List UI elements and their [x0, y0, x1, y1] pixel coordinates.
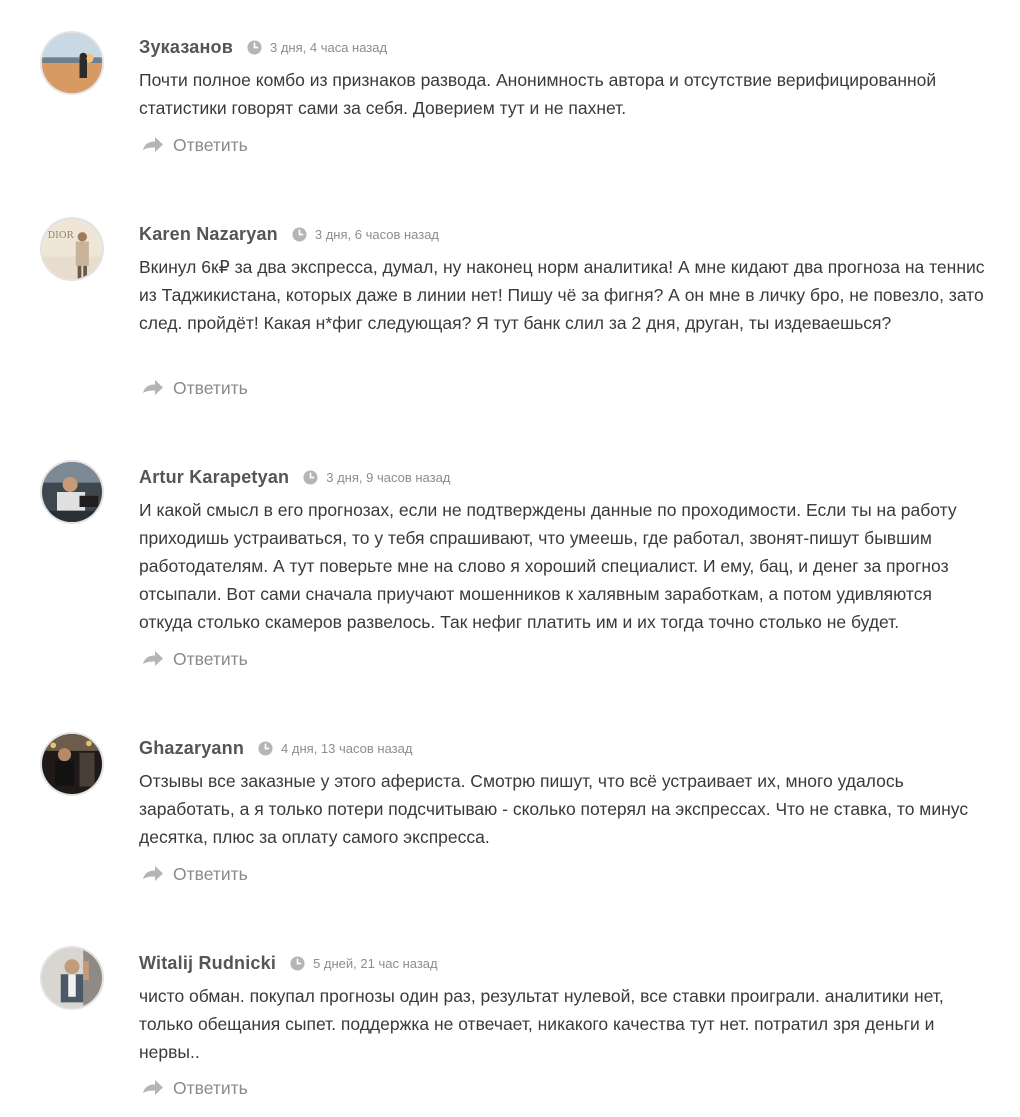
reply-label: Ответить — [173, 863, 248, 884]
avatar-image — [42, 734, 102, 794]
avatar[interactable] — [40, 732, 104, 796]
comment-date[interactable]: 5 дней, 21 час назад — [313, 956, 438, 971]
avatar[interactable] — [40, 946, 104, 1010]
comment-meta: Ghazaryann 4 дня, 13 часов назад — [139, 736, 412, 760]
reply-label: Ответить — [173, 377, 248, 398]
avatar[interactable]: DIOR — [40, 217, 104, 281]
comment-meta: Зуказанов 3 дня, 4 часа назад — [139, 35, 387, 59]
comment-text: чисто обман. покупал прогнозы один раз, … — [139, 986, 944, 1062]
comment-text: И какой смысл в его прогнозах, если не п… — [139, 500, 957, 632]
comment-date[interactable]: 3 дня, 4 часа назад — [270, 40, 387, 55]
comment-author[interactable]: Artur Karapetyan — [139, 467, 289, 488]
comment-meta: Witalij Rudnicki 5 дней, 21 час назад — [139, 951, 438, 975]
reply-arrow-icon — [142, 379, 164, 397]
avatar-image — [42, 948, 102, 1008]
reply-label: Ответить — [173, 648, 248, 669]
avatar[interactable] — [40, 460, 104, 524]
reply-arrow-icon — [142, 1079, 164, 1097]
comment-date[interactable]: 3 дня, 9 часов назад — [326, 470, 450, 485]
comment-text: Почти полное комбо из признаков развода.… — [139, 70, 937, 118]
reply-button[interactable]: Ответить — [142, 648, 248, 670]
clock-icon — [247, 39, 262, 55]
comment-author[interactable]: Зуказанов — [139, 37, 233, 58]
reply-button[interactable]: Ответить — [142, 1077, 248, 1099]
avatar[interactable] — [40, 31, 104, 95]
avatar-image — [42, 33, 102, 93]
reply-arrow-icon — [142, 865, 164, 883]
clock-icon — [292, 226, 307, 242]
reply-arrow-icon — [142, 650, 164, 668]
comment-author[interactable]: Witalij Rudnicki — [139, 953, 276, 974]
clock-icon — [303, 469, 318, 485]
comment-meta: Artur Karapetyan 3 дня, 9 часов назад — [139, 465, 450, 489]
comment-date[interactable]: 3 дня, 6 часов назад — [315, 227, 439, 242]
reply-button[interactable]: Ответить — [142, 863, 248, 885]
comment-meta: Karen Nazaryan 3 дня, 6 часов назад — [139, 222, 439, 246]
reply-button[interactable]: Ответить — [142, 377, 248, 399]
reply-arrow-icon — [142, 136, 164, 154]
comment-text: Отзывы все заказные у этого афериста. См… — [139, 771, 969, 847]
svg-text:DIOR: DIOR — [48, 230, 75, 241]
reply-label: Ответить — [173, 1077, 248, 1098]
comment-author[interactable]: Karen Nazaryan — [139, 224, 278, 245]
comment-text: Вкинул 6к₽ за два экспресса, думал, ну н… — [139, 257, 985, 333]
comment-author[interactable]: Ghazaryann — [139, 738, 244, 759]
reply-button[interactable]: Ответить — [142, 134, 248, 156]
clock-icon — [258, 740, 273, 756]
comment-date[interactable]: 4 дня, 13 часов назад — [281, 741, 412, 756]
avatar-image — [42, 462, 102, 522]
reply-label: Ответить — [173, 134, 248, 155]
clock-icon — [290, 955, 305, 971]
avatar-image: DIOR — [42, 219, 102, 279]
